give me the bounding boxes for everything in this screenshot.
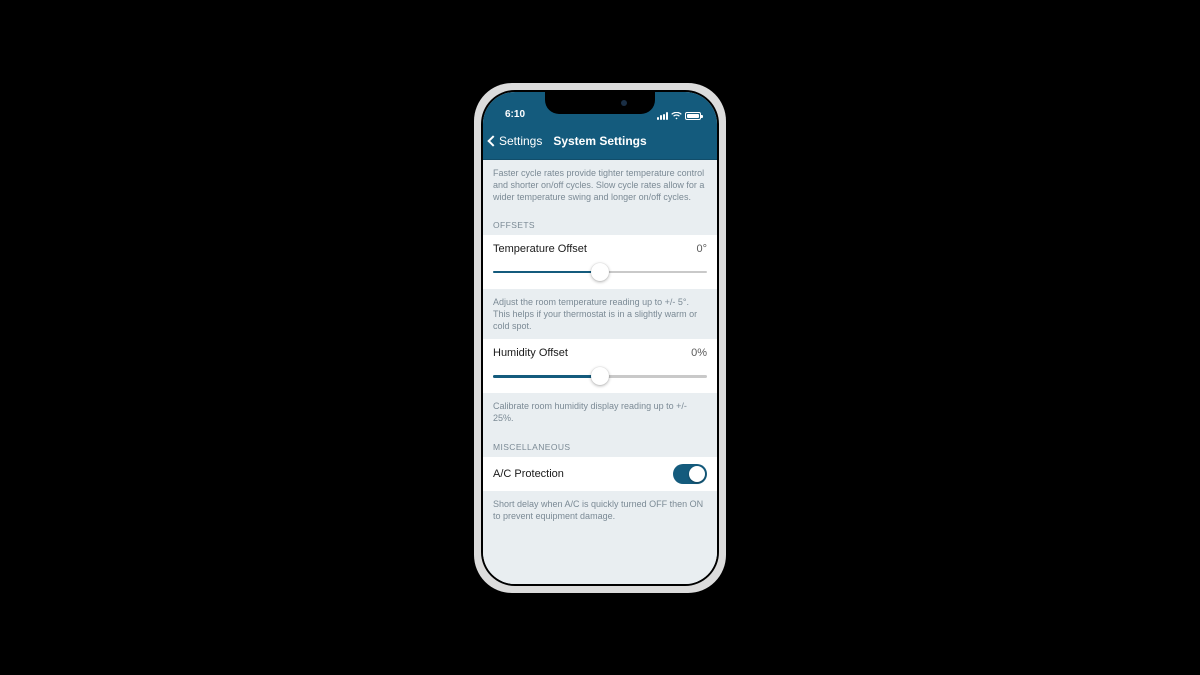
ac-protection-row: A/C Protection xyxy=(483,457,717,491)
battery-icon xyxy=(685,112,701,120)
content-scroll[interactable]: Faster cycle rates provide tighter tempe… xyxy=(483,160,717,584)
slider-thumb-icon[interactable] xyxy=(591,263,609,281)
status-time: 6:10 xyxy=(499,109,525,120)
chevron-left-icon xyxy=(487,135,498,146)
slider-thumb-icon[interactable] xyxy=(591,367,609,385)
notch xyxy=(545,92,655,114)
ac-protection-label: A/C Protection xyxy=(493,468,564,480)
temperature-offset-slider[interactable] xyxy=(493,263,707,281)
section-header-misc: MISCELLANEOUS xyxy=(483,432,717,457)
nav-bar: Settings System Settings xyxy=(483,124,717,160)
toggle-knob-icon xyxy=(689,466,705,482)
phone-bezel: 6:10 Settings System Settings xyxy=(481,90,719,586)
page-title: System Settings xyxy=(553,134,646,148)
wifi-icon xyxy=(671,112,682,120)
ac-protection-help: Short delay when A/C is quickly turned O… xyxy=(483,491,717,529)
cycle-rate-help: Faster cycle rates provide tighter tempe… xyxy=(483,160,717,210)
humidity-offset-help: Calibrate room humidity display reading … xyxy=(483,393,717,431)
screen: 6:10 Settings System Settings xyxy=(483,92,717,584)
temperature-offset-help: Adjust the room temperature reading up t… xyxy=(483,289,717,339)
status-indicators xyxy=(657,112,701,120)
humidity-offset-label: Humidity Offset xyxy=(493,347,568,359)
section-header-offsets: OFFSETS xyxy=(483,210,717,235)
phone-frame: 6:10 Settings System Settings xyxy=(474,83,726,593)
cellular-signal-icon xyxy=(657,112,668,120)
humidity-offset-value: 0% xyxy=(691,347,707,359)
back-label: Settings xyxy=(499,134,542,148)
ac-protection-toggle[interactable] xyxy=(673,464,707,484)
back-button[interactable]: Settings xyxy=(483,134,548,148)
temperature-offset-label: Temperature Offset xyxy=(493,243,587,255)
humidity-offset-row: Humidity Offset 0% xyxy=(483,339,717,393)
temperature-offset-value: 0° xyxy=(696,243,707,255)
temperature-offset-row: Temperature Offset 0° xyxy=(483,235,717,289)
humidity-offset-slider[interactable] xyxy=(493,367,707,385)
